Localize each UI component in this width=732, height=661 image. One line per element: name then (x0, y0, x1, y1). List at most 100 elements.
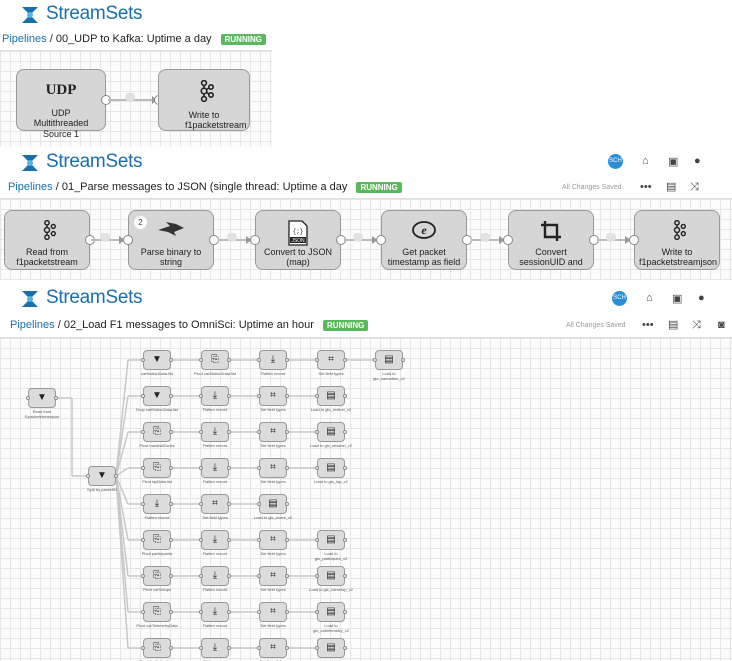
output-port[interactable] (285, 538, 289, 542)
input-port[interactable] (199, 466, 203, 470)
stage-field-type-converter[interactable]: ⌗ (259, 422, 287, 442)
stage-field-pivoter[interactable]: ⎘ (143, 566, 171, 586)
input-port[interactable] (141, 646, 145, 650)
input-port[interactable] (629, 235, 639, 245)
input-port[interactable] (141, 610, 145, 614)
output-port[interactable] (227, 538, 231, 542)
sch-icon[interactable]: SCH (608, 154, 623, 169)
input-port[interactable] (315, 430, 319, 434)
stage-omnisci-destination[interactable]: ▤ (375, 350, 403, 370)
output-port[interactable] (169, 502, 173, 506)
input-port[interactable] (141, 394, 145, 398)
input-port[interactable] (199, 538, 203, 542)
input-port[interactable] (86, 474, 90, 478)
output-port[interactable] (227, 394, 231, 398)
input-port[interactable] (123, 235, 133, 245)
input-port[interactable] (141, 466, 145, 470)
input-port[interactable] (141, 502, 145, 506)
gift-icon[interactable]: ▣ (672, 292, 682, 305)
output-port[interactable] (343, 538, 347, 542)
output-port[interactable] (343, 394, 347, 398)
stage-field-type-converter[interactable]: ⌗ (259, 566, 287, 586)
input-port[interactable] (376, 235, 386, 245)
gift-icon[interactable]: ▣ (668, 155, 678, 168)
input-port[interactable] (199, 430, 203, 434)
sch-icon[interactable]: SCH (612, 291, 627, 306)
output-port[interactable] (285, 646, 289, 650)
stage-field-pivoter[interactable]: ⎘ (143, 458, 171, 478)
output-port[interactable] (285, 610, 289, 614)
output-port[interactable] (169, 610, 173, 614)
stage-field-type-converter[interactable]: Convert sessionUID and (508, 210, 594, 270)
stage-kafka-producer[interactable]: Write to f1packetstreamjson (634, 210, 720, 270)
stage-field-type-converter[interactable]: ⌗ (201, 494, 229, 514)
input-port[interactable] (141, 358, 145, 362)
stage-field-pivoter[interactable]: ⎘ (201, 350, 229, 370)
stage-field-pivoter[interactable]: ⎘ (143, 422, 171, 442)
input-port[interactable] (315, 538, 319, 542)
output-port[interactable] (285, 394, 289, 398)
stage-omnisci-destination[interactable]: ▤ (259, 494, 287, 514)
output-port[interactable] (169, 430, 173, 434)
output-port[interactable] (227, 610, 231, 614)
stage-field-type-converter[interactable]: ⌗ (259, 638, 287, 658)
output-port[interactable] (401, 358, 405, 362)
input-port[interactable] (199, 358, 203, 362)
input-port[interactable] (257, 538, 261, 542)
stage-omnisci-destination[interactable]: ▤ (317, 566, 345, 586)
stage-filter[interactable]: ▼ (143, 350, 171, 370)
bell-icon[interactable]: ● (698, 292, 705, 304)
more-icon[interactable]: ••• (642, 313, 654, 337)
stage-field-type-converter[interactable]: ⌗ (259, 458, 287, 478)
stage-field-flattener[interactable]: ⤓ (201, 386, 229, 406)
stage-field-flattener[interactable]: ⤓ (143, 494, 171, 514)
stage-field-pivoter[interactable]: ⎘ (143, 530, 171, 550)
input-port[interactable] (199, 394, 203, 398)
input-port[interactable] (199, 646, 203, 650)
input-port[interactable] (257, 502, 261, 506)
home-icon[interactable]: ⌂ (642, 155, 649, 167)
stage-udp-source[interactable]: UDP UDP Multithreaded Source 1 (16, 69, 106, 139)
input-port[interactable] (257, 394, 261, 398)
output-port[interactable] (169, 466, 173, 470)
stage-field-flattener[interactable]: ⤓ (201, 458, 229, 478)
output-port[interactable] (227, 646, 231, 650)
stage-omnisci-destination[interactable]: ▤ (317, 458, 345, 478)
stage-field-type-converter[interactable]: ⌗ (259, 530, 287, 550)
stage-groovy-evaluator[interactable]: Parse binary to string 2 (128, 210, 214, 270)
input-port[interactable] (141, 538, 145, 542)
stage-omnisci-destination[interactable]: ▤ (317, 386, 345, 406)
input-port[interactable] (257, 466, 261, 470)
input-port[interactable] (257, 646, 261, 650)
stage-omnisci-destination[interactable]: ▤ (317, 422, 345, 442)
output-port[interactable] (54, 396, 58, 400)
stage-stream-selector[interactable]: ▼ (88, 466, 116, 486)
output-port[interactable] (169, 358, 173, 362)
stage-omnisci-destination[interactable]: ▤ (317, 530, 345, 550)
stage-field-pivoter[interactable]: ⎘ (143, 602, 171, 622)
input-port[interactable] (141, 430, 145, 434)
stage-field-flattener[interactable]: ⤓ (259, 350, 287, 370)
output-port[interactable] (343, 574, 347, 578)
home-icon[interactable]: ⌂ (646, 292, 653, 304)
output-port[interactable] (169, 646, 173, 650)
input-port[interactable] (315, 574, 319, 578)
stage-filter[interactable]: ▼ (143, 386, 171, 406)
input-port[interactable] (373, 358, 377, 362)
output-port[interactable] (227, 358, 231, 362)
output-port[interactable] (285, 358, 289, 362)
input-port[interactable] (315, 466, 319, 470)
stage-field-flattener[interactable]: ⤓ (201, 602, 229, 622)
output-port[interactable] (343, 358, 347, 362)
input-port[interactable] (315, 394, 319, 398)
breadcrumb-pipelines-link[interactable]: Pipelines (2, 33, 47, 45)
input-port[interactable] (257, 358, 261, 362)
stage-kafka-consumer[interactable]: ▼ (28, 388, 56, 408)
input-port[interactable] (257, 430, 261, 434)
stage-kafka-producer[interactable]: Write to f1packetstream (158, 69, 250, 131)
output-port[interactable] (227, 574, 231, 578)
stage-field-flattener[interactable]: ⤓ (201, 566, 229, 586)
breadcrumb-pipelines-link[interactable]: Pipelines (8, 181, 53, 193)
stage-field-flattener[interactable]: ⤓ (201, 422, 229, 442)
stage-field-flattener[interactable]: ⤓ (201, 638, 229, 658)
